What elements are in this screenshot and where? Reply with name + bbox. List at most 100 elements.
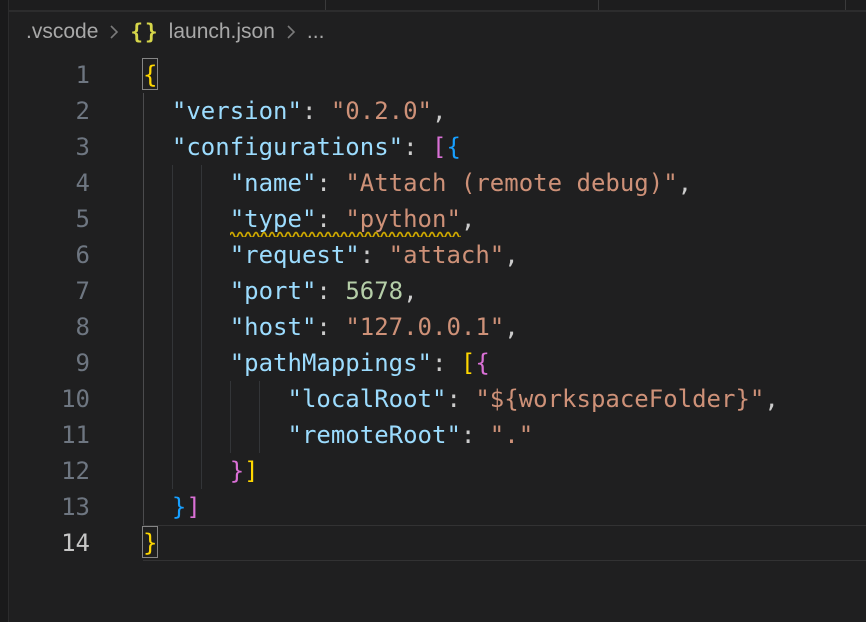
code-token: "host" [230,313,317,341]
code-text: }] [143,489,201,525]
line-number[interactable]: 7 [0,273,90,309]
code-token: [ [461,349,475,377]
code-token: "pathMappings" [230,349,432,377]
code-token: ] [186,493,200,521]
code-text: "remoteRoot": "." [143,417,533,453]
code-text: "localRoot": "${workspaceFolder}", [143,381,779,417]
sidebar-edge [0,0,9,622]
code-line[interactable]: 2 "version": "0.2.0", [0,93,866,129]
line-number[interactable]: 1 [0,57,90,93]
code-text: { [143,57,157,93]
code-text: "pathMappings": [{ [143,345,490,381]
breadcrumb-folder[interactable]: .vscode [26,20,98,44]
line-number[interactable]: 12 [0,453,90,489]
code-token: "0.2.0" [331,97,432,125]
warning-squiggle [230,230,461,237]
code-token: , [678,169,692,197]
code-token: , [403,277,417,305]
breadcrumb: .vscode {} launch.json ... [9,14,866,50]
code-token: : [316,313,345,341]
breadcrumb-file[interactable]: launch.json [169,20,275,44]
code-token: : [403,133,432,161]
code-token: 5678 [345,277,403,305]
code-token: : [316,277,345,305]
code-line[interactable]: 14} [0,525,866,561]
code-token: "attach" [389,241,505,269]
code-token: "port" [230,277,317,305]
code-token: "name" [230,169,317,197]
code-token: "." [490,421,533,449]
line-number[interactable]: 3 [0,129,90,165]
line-number[interactable]: 10 [0,381,90,417]
code-token: , [504,313,518,341]
code-line[interactable]: 11 "remoteRoot": "." [0,417,866,453]
bracket-match: } [143,527,157,557]
line-number[interactable]: 14 [0,525,90,561]
code-line[interactable]: 5 "type": "python", [0,201,866,237]
code-token: : [316,169,345,197]
code-token: } [230,457,244,485]
code-token: , [764,385,778,413]
tab-bar[interactable] [9,0,866,12]
code-token: : [461,421,490,449]
line-number[interactable]: 8 [0,309,90,345]
code-text: "version": "0.2.0", [143,93,446,129]
line-number[interactable]: 5 [0,201,90,237]
code-line[interactable]: 12 }] [0,453,866,489]
code-text: } [143,525,157,561]
current-line-highlight [143,525,866,561]
code-line[interactable]: 1{ [0,57,866,93]
line-number[interactable]: 9 [0,345,90,381]
code-token: "remoteRoot" [288,421,461,449]
line-number[interactable]: 4 [0,165,90,201]
code-token: , [461,205,475,233]
code-text: "configurations": [{ [143,129,461,165]
code-token: : [316,205,345,233]
code-line[interactable]: 3 "configurations": [{ [0,129,866,165]
code-token: "127.0.0.1" [345,313,504,341]
chevron-right-icon [284,24,298,40]
code-line[interactable]: 13 }] [0,489,866,525]
tab-divider [325,0,326,10]
code-token: "${workspaceFolder}" [475,385,764,413]
code-token: ] [244,457,258,485]
code-token: : [302,97,331,125]
code-token: } [172,493,186,521]
code-token: , [432,97,446,125]
chevron-right-icon [107,24,121,40]
code-text: }] [143,453,259,489]
code-token: "Attach (remote debug)" [345,169,677,197]
code-token: : [432,349,461,377]
code-token: { [446,133,460,161]
code-token: , [504,241,518,269]
code-token: "type" [230,205,317,233]
line-number[interactable]: 11 [0,417,90,453]
code-text: "name": "Attach (remote debug)", [143,165,692,201]
code-line[interactable]: 8 "host": "127.0.0.1", [0,309,866,345]
code-token: "localRoot" [288,385,447,413]
breadcrumb-symbol-ellipsis[interactable]: ... [307,20,325,44]
code-token: : [360,241,389,269]
code-line[interactable]: 7 "port": 5678, [0,273,866,309]
bracket-match: { [143,59,157,89]
code-line[interactable]: 6 "request": "attach", [0,237,866,273]
code-token: { [475,349,489,377]
tab-divider [845,0,846,10]
line-number[interactable]: 13 [0,489,90,525]
code-token: : [446,385,475,413]
code-token: "configurations" [172,133,403,161]
code-token: "version" [172,97,302,125]
code-token: "python" [345,205,461,233]
code-line[interactable]: 10 "localRoot": "${workspaceFolder}", [0,381,866,417]
code-text: "port": 5678, [143,273,418,309]
tab-divider [598,0,599,10]
code-line[interactable]: 9 "pathMappings": [{ [0,345,866,381]
code-text: "host": "127.0.0.1", [143,309,519,345]
code-token: [ [432,133,446,161]
code-editor-area[interactable]: 1{2 "version": "0.2.0",3 "configurations… [0,57,866,561]
code-text: "request": "attach", [143,237,519,273]
line-number[interactable]: 2 [0,93,90,129]
line-number[interactable]: 6 [0,237,90,273]
code-line[interactable]: 4 "name": "Attach (remote debug)", [0,165,866,201]
json-braces-icon: {} [130,20,159,44]
